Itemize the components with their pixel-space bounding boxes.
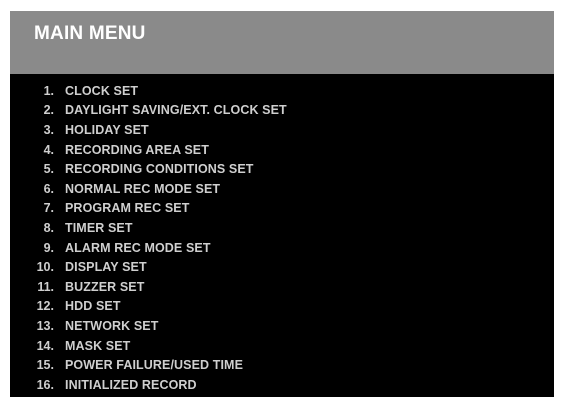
menu-item-buzzer-set[interactable]: 11. BUZZER SET	[10, 277, 554, 297]
menu-item-label: DAYLIGHT SAVING/EXT. CLOCK SET	[65, 103, 287, 118]
menu-item-number: 7.	[43, 201, 54, 216]
menu-item-clock-set[interactable]: 1. CLOCK SET	[10, 81, 554, 101]
menu-item-number: 13.	[36, 318, 54, 333]
menu-item-initialized-record[interactable]: 16. INITIALIZED RECORD	[10, 375, 554, 395]
menu-item-label: INITIALIZED RECORD	[65, 377, 197, 392]
menu-item-label: RECORDING AREA SET	[65, 142, 209, 157]
menu-item-label: BUZZER SET	[65, 279, 145, 294]
menu-item-label: MASK SET	[65, 338, 131, 353]
menu-item-daylight-saving[interactable]: 2. DAYLIGHT SAVING/EXT. CLOCK SET	[10, 101, 554, 121]
menu-item-number: 10.	[36, 260, 54, 275]
menu-item-label: CLOCK SET	[65, 83, 139, 98]
menu-item-holiday-set[interactable]: 3. HOLIDAY SET	[10, 120, 554, 140]
menu-item-number: 8.	[43, 220, 54, 235]
menu-item-number: 3.	[43, 122, 54, 137]
menu-item-label: POWER FAILURE/USED TIME	[65, 358, 244, 373]
menu-item-label: NETWORK SET	[65, 318, 159, 333]
menu-item-number: 4.	[43, 142, 54, 157]
menu-item-hdd-set[interactable]: 12. HDD SET	[10, 297, 554, 317]
menu-item-number: 14.	[36, 338, 54, 353]
menu-item-label: NORMAL REC MODE SET	[65, 181, 221, 196]
menu-item-label: ALARM REC MODE SET	[65, 240, 211, 255]
menu-item-number: 5.	[43, 162, 54, 177]
menu-item-number: 1.	[43, 83, 54, 98]
main-menu-screen: MAIN MENU 1. CLOCK SET 2. DAYLIGHT SAVIN…	[10, 11, 554, 397]
menu-item-label: PROGRAM REC SET	[65, 201, 190, 216]
menu-item-label: DISPLAY SET	[65, 260, 147, 275]
menu-item-number: 15.	[36, 358, 54, 373]
menu-item-label: HOLIDAY SET	[65, 122, 149, 137]
menu-item-number: 9.	[43, 240, 54, 255]
menu-item-power-failure-used-time[interactable]: 15. POWER FAILURE/USED TIME	[10, 355, 554, 375]
menu-item-number: 2.	[43, 103, 54, 118]
page-title: MAIN MENU	[34, 23, 146, 44]
menu-item-normal-rec-mode-set[interactable]: 6. NORMAL REC MODE SET	[10, 179, 554, 199]
menu-item-network-set[interactable]: 13. NETWORK SET	[10, 316, 554, 336]
title-bar: MAIN MENU	[10, 11, 554, 74]
menu-item-number: 12.	[36, 299, 54, 314]
menu-item-label: HDD SET	[65, 299, 121, 314]
menu-item-recording-conditions-set[interactable]: 5. RECORDING CONDITIONS SET	[10, 159, 554, 179]
menu-item-alarm-rec-mode-set[interactable]: 9. ALARM REC MODE SET	[10, 238, 554, 258]
menu-list: 1. CLOCK SET 2. DAYLIGHT SAVING/EXT. CLO…	[10, 81, 554, 395]
menu-item-number: 6.	[43, 181, 54, 196]
menu-item-recording-area-set[interactable]: 4. RECORDING AREA SET	[10, 140, 554, 160]
menu-item-display-set[interactable]: 10. DISPLAY SET	[10, 257, 554, 277]
menu-item-mask-set[interactable]: 14. MASK SET	[10, 336, 554, 356]
menu-item-label: TIMER SET	[65, 220, 133, 235]
menu-item-timer-set[interactable]: 8. TIMER SET	[10, 218, 554, 238]
menu-item-program-rec-set[interactable]: 7. PROGRAM REC SET	[10, 199, 554, 219]
menu-item-number: 16.	[36, 377, 54, 392]
menu-item-label: RECORDING CONDITIONS SET	[65, 162, 254, 177]
menu-item-number: 11.	[37, 279, 54, 294]
